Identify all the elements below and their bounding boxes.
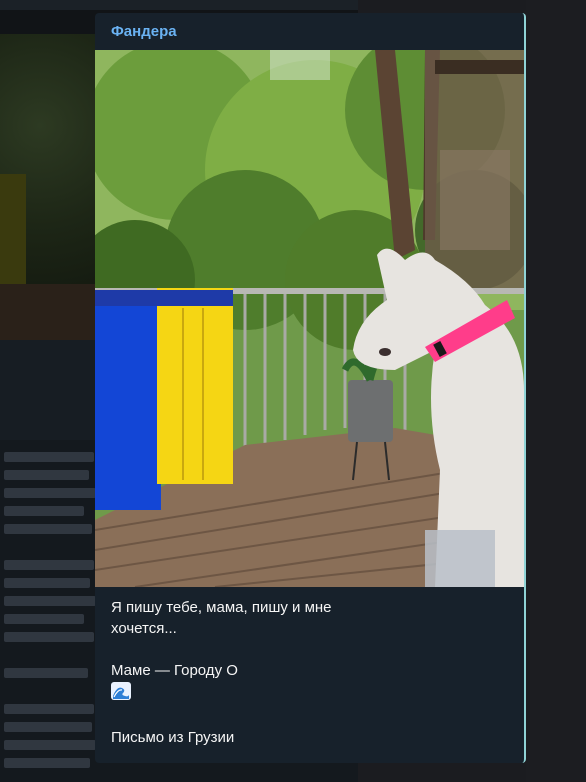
background-top-bar xyxy=(0,0,358,10)
caption-line: Я пишу тебе, мама, пишу и мне xyxy=(111,599,332,616)
post-card: Фандера Я пишу тебе, мама, пишу и мне хо… xyxy=(95,13,526,763)
photo-image xyxy=(95,50,524,587)
caption-line: хочется... xyxy=(111,620,177,637)
caption-line: Письмо из Грузии xyxy=(111,729,235,746)
background-photo xyxy=(0,34,100,374)
background-flag xyxy=(0,174,26,284)
channel-name[interactable]: Фандера xyxy=(111,23,177,40)
caption-emoji-line xyxy=(111,681,501,706)
background-caption xyxy=(0,340,100,440)
right-panel xyxy=(526,0,586,782)
caption-line: Маме — Городу О xyxy=(111,662,238,679)
post-photo[interactable] xyxy=(95,50,524,587)
post-header: Фандера xyxy=(95,13,524,50)
post-caption: Я пишу тебе, мама, пишу и мне хочется...… xyxy=(111,597,501,748)
wave-icon xyxy=(111,682,131,700)
